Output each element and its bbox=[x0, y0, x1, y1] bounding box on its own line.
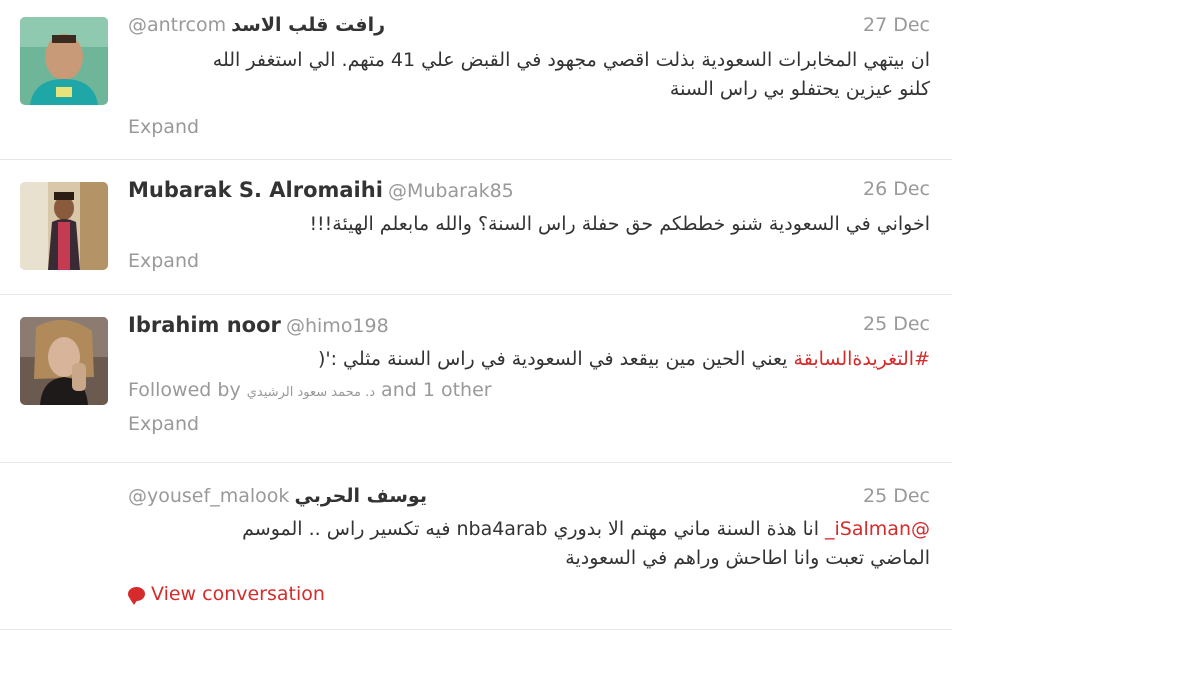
followed-by: Followed by د. محمد سعود الرشيدي and 1 o… bbox=[128, 379, 492, 401]
tweet-text-line: الماضي تعبت وانا اطاحش وراهم في السعودية bbox=[565, 547, 930, 569]
tweet-text-line: #التغريدةالسابقة يعني الحين مين بيقعد في… bbox=[128, 345, 930, 374]
user-handle[interactable]: @himo198 bbox=[286, 315, 389, 337]
tweet-header: @yousef_malook يوسف الحربي 25 Dec bbox=[128, 485, 930, 515]
view-conversation-label: View conversation bbox=[151, 583, 325, 605]
tweet-text: ان بيتهي المخابرات السعودية بذلت اقصي مج… bbox=[128, 46, 930, 104]
tweet-date[interactable]: 25 Dec bbox=[863, 485, 930, 507]
timeline: @antrcom رافت قلب الاسد 27 Dec ان بيتهي … bbox=[0, 0, 952, 630]
user-handle[interactable]: @antrcom bbox=[128, 14, 226, 36]
followed-by-user[interactable]: د. محمد سعود الرشيدي bbox=[247, 385, 375, 400]
user-name[interactable]: Ibrahim noor bbox=[128, 313, 281, 337]
tweet-date[interactable]: 26 Dec bbox=[863, 178, 930, 200]
tweet-item[interactable]: @antrcom رافت قلب الاسد 27 Dec ان بيتهي … bbox=[0, 0, 952, 160]
user-name[interactable]: يوسف الحربي bbox=[294, 485, 427, 507]
tweet-date[interactable]: 25 Dec bbox=[863, 313, 930, 335]
tweet-date[interactable]: 27 Dec bbox=[863, 14, 930, 36]
avatar[interactable] bbox=[20, 17, 108, 105]
tweet-text: اخواني في السعودية شنو خططكم حق حفلة راس… bbox=[128, 210, 930, 239]
tweet-item[interactable]: Ibrahim noor @himo198 25 Dec #التغريدةال… bbox=[0, 295, 952, 463]
tweet-item[interactable]: Mubarak S. Alromaihi @Mubarak85 26 Dec ا… bbox=[0, 160, 952, 295]
speech-bubble-icon bbox=[128, 587, 145, 605]
tweet-text: @iSalman_ انا هذة السنة ماني مهتم الا بد… bbox=[128, 515, 930, 573]
user-handle[interactable]: @yousef_malook bbox=[128, 485, 289, 507]
tweet-text-line: ان بيتهي المخابرات السعودية بذلت اقصي مج… bbox=[212, 49, 930, 71]
tweet-header: Mubarak S. Alromaihi @Mubarak85 26 Dec bbox=[128, 178, 930, 208]
avatar[interactable] bbox=[20, 182, 108, 270]
tweet-text-line: اخواني في السعودية شنو خططكم حق حفلة راس… bbox=[309, 213, 930, 235]
followed-by-others[interactable]: and 1 other bbox=[381, 379, 492, 401]
tweet-text-segment: انا هذة السنة ماني مهتم الا بدوري nba4ar… bbox=[242, 518, 826, 540]
user-name[interactable]: Mubarak S. Alromaihi bbox=[128, 178, 383, 202]
tweet-text-line: كلنو عيزين يحتفلو بي راس السنة bbox=[669, 78, 930, 100]
followed-by-label: Followed by bbox=[128, 379, 241, 401]
expand-link[interactable]: Expand bbox=[128, 413, 199, 435]
user-handle[interactable]: @Mubarak85 bbox=[388, 180, 514, 202]
tweet-text: #التغريدةالسابقة يعني الحين مين بيقعد في… bbox=[128, 345, 930, 374]
tweet-header: Ibrahim noor @himo198 25 Dec bbox=[128, 313, 930, 343]
expand-link[interactable]: Expand bbox=[128, 250, 199, 272]
expand-link[interactable]: Expand bbox=[128, 116, 199, 138]
avatar[interactable] bbox=[20, 317, 108, 405]
user-name[interactable]: رافت قلب الاسد bbox=[231, 14, 385, 36]
tweet-text-segment: يعني الحين مين بيقعد في السعودية في راس … bbox=[317, 348, 794, 370]
view-conversation-link[interactable]: View conversation bbox=[128, 583, 325, 605]
tweet-text-line: @iSalman_ انا هذة السنة ماني مهتم الا بد… bbox=[128, 515, 930, 544]
hashtag-link[interactable]: #التغريدةالسابقة bbox=[794, 348, 930, 370]
tweet-header: @antrcom رافت قلب الاسد 27 Dec bbox=[128, 14, 930, 44]
tweet-item[interactable]: @yousef_malook يوسف الحربي 25 Dec @iSalm… bbox=[0, 463, 952, 630]
mention-link[interactable]: @iSalman_ bbox=[825, 518, 930, 540]
